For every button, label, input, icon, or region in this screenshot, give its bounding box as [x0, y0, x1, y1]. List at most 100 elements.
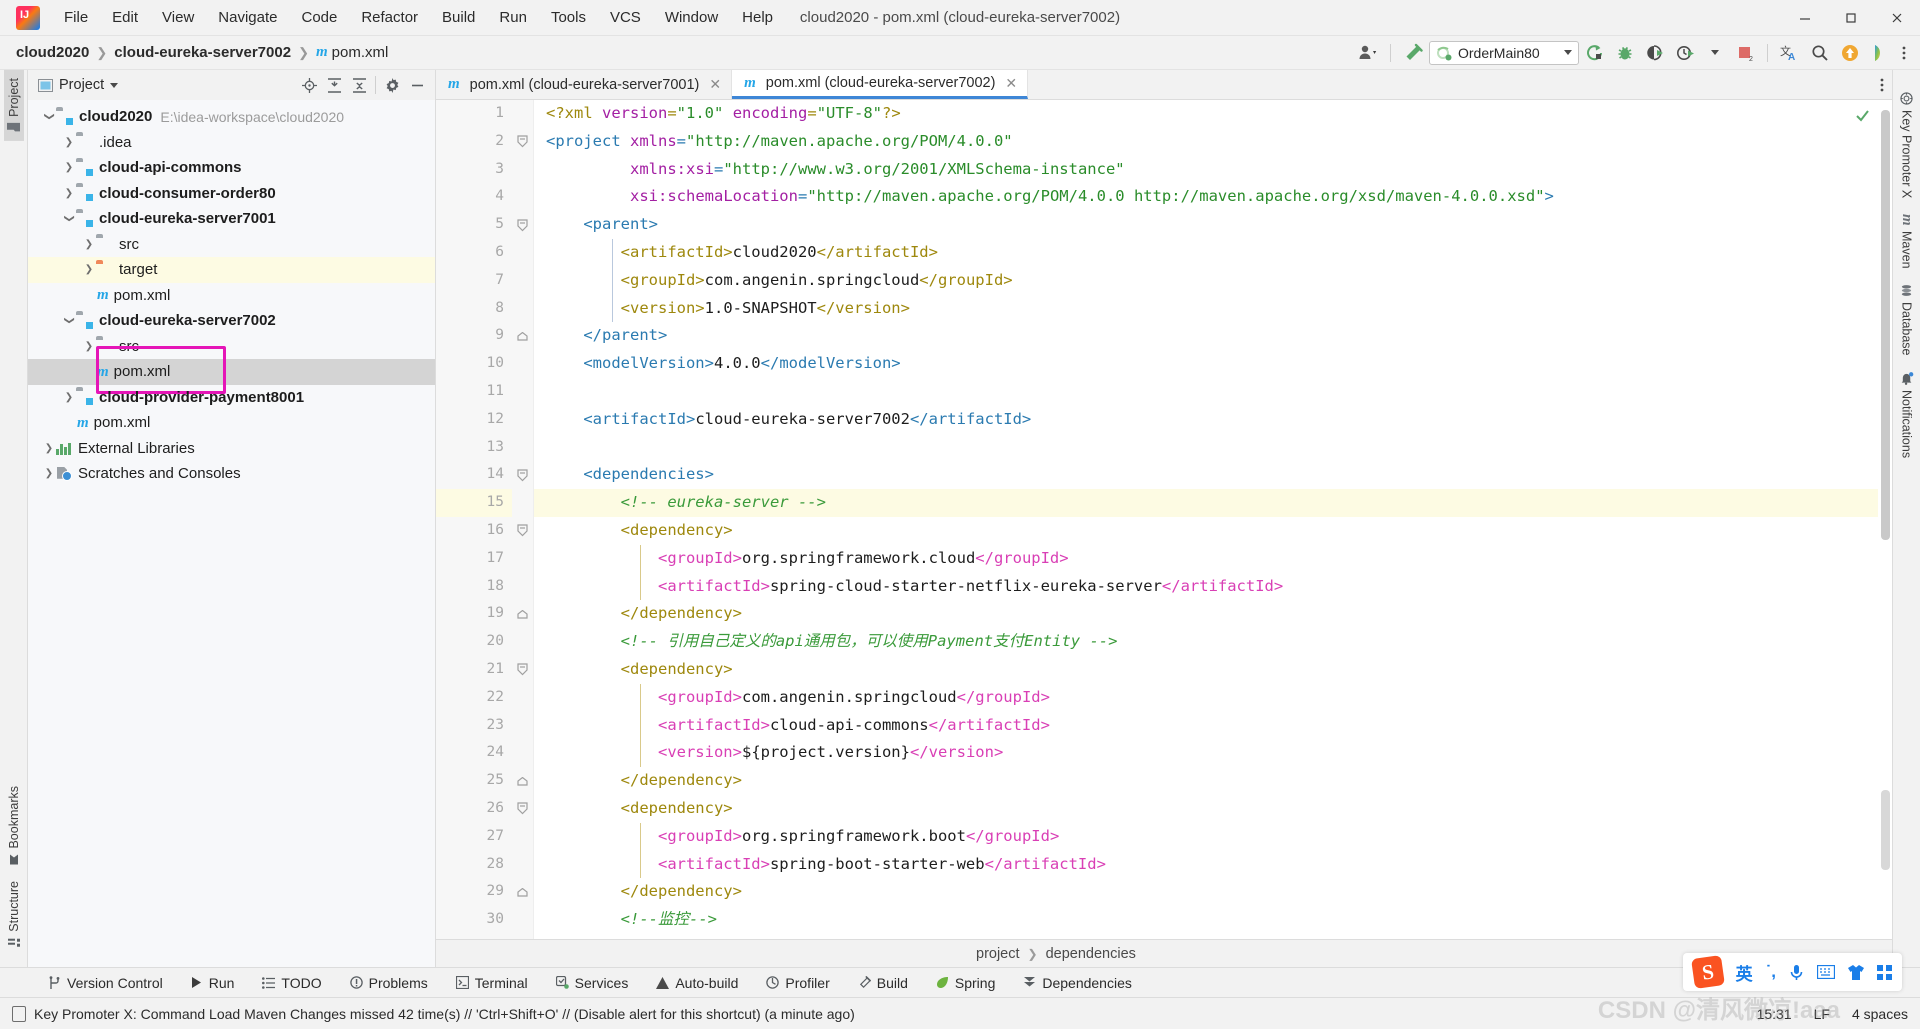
- code-line[interactable]: <project xmlns="http://maven.apache.org/…: [546, 128, 1878, 156]
- apps-grid-icon[interactable]: [1877, 964, 1892, 980]
- maximize-button[interactable]: [1828, 0, 1874, 36]
- code-line[interactable]: <artifactId>spring-cloud-starter-netflix…: [546, 573, 1878, 601]
- line-number[interactable]: 9: [436, 322, 512, 350]
- project-tree[interactable]: ❯ cloud2020 E:\idea-workspace\cloud2020 ❯ .i…: [28, 100, 435, 967]
- line-number[interactable]: 29: [436, 878, 512, 906]
- sidebar-item-project[interactable]: Project: [3, 70, 24, 141]
- code-line[interactable]: </dependency>: [546, 600, 1878, 628]
- checkmark-ok-icon[interactable]: [1855, 108, 1870, 123]
- code-line[interactable]: <groupId>com.angenin.springcloud</groupI…: [546, 684, 1878, 712]
- tree-node-cloud-eureka-server7002[interactable]: ❯ cloud-eureka-server7002: [28, 308, 435, 334]
- tool-window-terminal[interactable]: Terminal: [442, 970, 542, 996]
- status-message[interactable]: Key Promoter X: Command Load Maven Chang…: [34, 1006, 855, 1022]
- microphone-icon[interactable]: [1789, 964, 1804, 981]
- tree-node-cloud-eureka-server7001[interactable]: ❯ cloud-eureka-server7001: [28, 206, 435, 232]
- menu-item-vcs[interactable]: VCS: [598, 3, 653, 32]
- code-line[interactable]: <groupId>org.springframework.cloud</grou…: [546, 545, 1878, 573]
- tree-node--idea[interactable]: ❯ .idea: [28, 130, 435, 156]
- tree-node-cloud-provider-payment8001[interactable]: ❯ cloud-provider-payment8001: [28, 385, 435, 411]
- fold-end-icon[interactable]: [512, 600, 533, 628]
- line-number[interactable]: 19: [436, 600, 512, 628]
- tool-window-version-control[interactable]: Version Control: [34, 970, 177, 996]
- update-icon[interactable]: [1836, 40, 1864, 66]
- skin-icon[interactable]: [1848, 964, 1864, 980]
- status-indent[interactable]: 4 spaces: [1852, 1006, 1908, 1022]
- code-line[interactable]: <?xml version="1.0" encoding="UTF-8"?>: [546, 100, 1878, 128]
- line-number[interactable]: 4: [436, 183, 512, 211]
- menu-item-tools[interactable]: Tools: [539, 3, 598, 32]
- line-number[interactable]: 2: [436, 128, 512, 156]
- line-number[interactable]: 11: [436, 378, 512, 406]
- code-line[interactable]: xmlns:xsi="http://www.w3.org/2001/XMLSch…: [546, 156, 1878, 184]
- code-line[interactable]: <version>${project.version}</version>: [546, 739, 1878, 767]
- chevron-right-icon[interactable]: ❯: [62, 137, 76, 148]
- line-number[interactable]: 27: [436, 823, 512, 851]
- code-line[interactable]: <groupId>org.springframework.boot</group…: [546, 823, 1878, 851]
- translate-icon[interactable]: 文 A: [1776, 40, 1804, 66]
- code-line[interactable]: <version>1.0-SNAPSHOT</version>: [546, 295, 1878, 323]
- tree-node-cloud2020[interactable]: ❯ cloud2020 E:\idea-workspace\cloud2020: [28, 104, 435, 130]
- scrollbar-thumb-secondary[interactable]: [1881, 790, 1890, 870]
- line-number-gutter[interactable]: 1 2 3 4 5 6 7 8 9 10 11 12 13 14 15 16 17 18 19 20 21 22 23 24 2…: [436, 100, 512, 939]
- chevron-right-icon[interactable]: ❯: [42, 443, 56, 454]
- code-line[interactable]: <parent>: [546, 211, 1878, 239]
- menu-item-navigate[interactable]: Navigate: [206, 3, 289, 32]
- search-everywhere-icon[interactable]: [1806, 40, 1834, 66]
- tree-node-scratches-and-consoles[interactable]: ❯ Scratches and Consoles: [28, 461, 435, 487]
- chevron-right-icon[interactable]: ❯: [62, 392, 76, 403]
- code-line[interactable]: <dependency>: [546, 656, 1878, 684]
- event-log-icon[interactable]: [12, 1005, 26, 1022]
- more-vertical-icon[interactable]: [1880, 70, 1892, 99]
- tree-node-cloud-api-commons[interactable]: ❯ cloud-api-commons: [28, 155, 435, 181]
- debug-icon[interactable]: [1611, 40, 1639, 66]
- line-number[interactable]: 7: [436, 267, 512, 295]
- menu-item-window[interactable]: Window: [653, 3, 730, 32]
- line-number[interactable]: 24: [436, 739, 512, 767]
- tree-node-pom-xml[interactable]: m pom.xml: [28, 410, 435, 436]
- hide-panel-icon[interactable]: [405, 74, 429, 96]
- fold-expanded-icon[interactable]: [512, 795, 533, 823]
- sidebar-item-bookmarks[interactable]: Bookmarks: [4, 778, 24, 874]
- code-line[interactable]: <!-- eureka-server -->: [534, 489, 1878, 517]
- tree-node-pom-xml[interactable]: m pom.xml: [28, 346, 435, 394]
- tree-node-external-libraries[interactable]: ❯ External Libraries: [28, 436, 435, 462]
- tool-window-services[interactable]: Services: [542, 970, 643, 996]
- close-button[interactable]: [1874, 0, 1920, 36]
- fold-expanded-icon[interactable]: [512, 517, 533, 545]
- sidebar-item-maven[interactable]: m Maven: [1895, 206, 1918, 276]
- line-number[interactable]: 18: [436, 573, 512, 601]
- chevron-right-icon[interactable]: ❯: [82, 239, 96, 250]
- run-icon[interactable]: [1581, 40, 1609, 66]
- status-line-separator[interactable]: LF: [1814, 1006, 1830, 1022]
- fold-expanded-icon[interactable]: [512, 128, 533, 156]
- collapse-all-icon[interactable]: [347, 74, 371, 96]
- breadcrumb-project[interactable]: cloud2020: [16, 44, 89, 61]
- chevron-right-icon[interactable]: ❯: [82, 341, 96, 352]
- line-number[interactable]: 26: [436, 795, 512, 823]
- line-number[interactable]: 3: [436, 156, 512, 184]
- code-line[interactable]: <groupId>com.angenin.springcloud</groupI…: [546, 267, 1878, 295]
- user-avatar-icon[interactable]: [1354, 40, 1382, 66]
- line-number[interactable]: 6: [436, 239, 512, 267]
- menu-item-edit[interactable]: Edit: [100, 3, 150, 32]
- hammer-build-icon[interactable]: [1399, 40, 1427, 66]
- line-number[interactable]: 25: [436, 767, 512, 795]
- line-number[interactable]: 20: [436, 628, 512, 656]
- code-content[interactable]: <?xml version="1.0" encoding="UTF-8"?> <p…: [534, 100, 1878, 939]
- menu-item-help[interactable]: Help: [730, 3, 785, 32]
- close-icon[interactable]: ✕: [709, 76, 721, 93]
- punctuation-icon[interactable]: ˙,: [1766, 962, 1776, 982]
- chevron-down-icon[interactable]: ❯: [64, 212, 75, 226]
- editor-scrollbar[interactable]: [1878, 100, 1892, 939]
- fold-expanded-icon[interactable]: [512, 656, 533, 684]
- code-folding-gutter[interactable]: [512, 100, 534, 939]
- menu-item-code[interactable]: Code: [289, 3, 349, 32]
- tool-window-run[interactable]: Run: [177, 970, 249, 996]
- line-number[interactable]: 23: [436, 712, 512, 740]
- chevron-right-icon[interactable]: ❯: [82, 264, 96, 275]
- line-number[interactable]: 30: [436, 906, 512, 934]
- chevron-right-icon[interactable]: ❯: [62, 188, 76, 199]
- code-editor[interactable]: 1 2 3 4 5 6 7 8 9 10 11 12 13 14 15 16 17 18 19 20 21 22 23 24 2…: [436, 100, 1892, 939]
- code-line[interactable]: </parent>: [546, 322, 1878, 350]
- tree-node-src[interactable]: ❯ src: [28, 232, 435, 258]
